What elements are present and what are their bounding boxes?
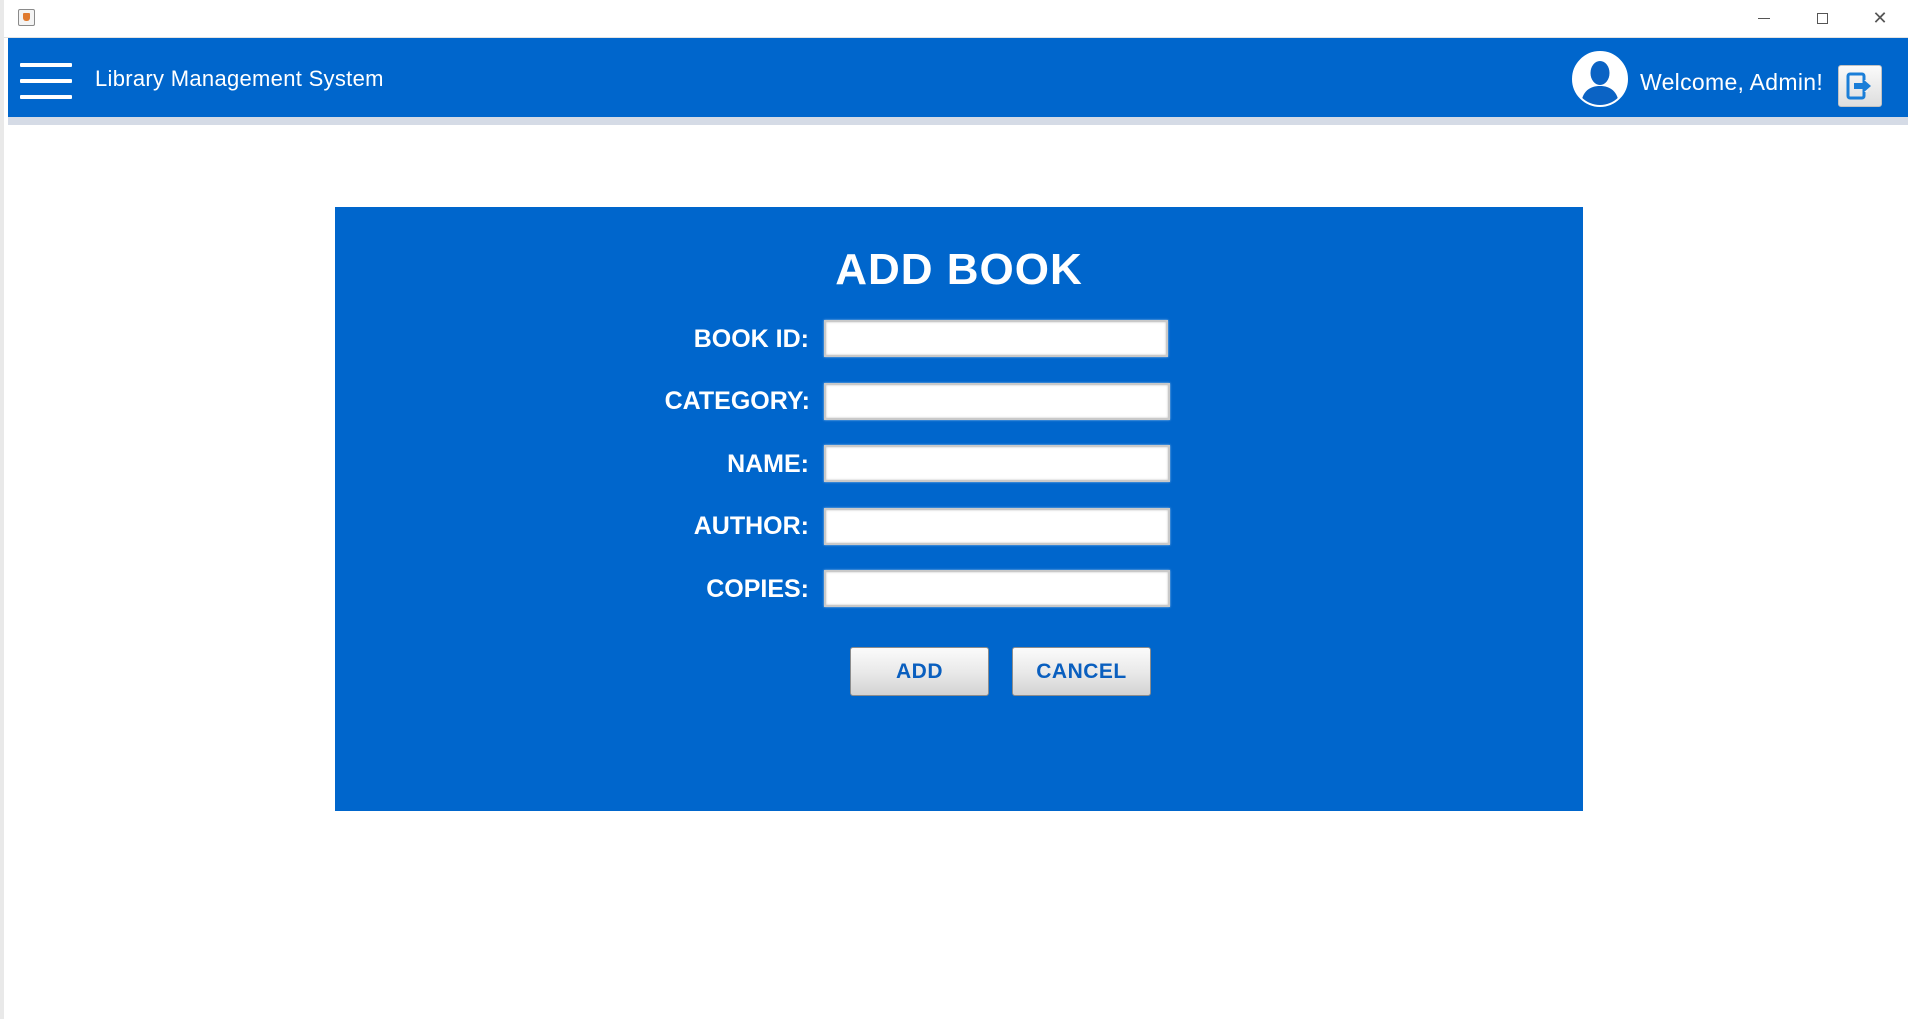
form-title: ADD BOOK <box>835 245 1083 294</box>
app-title: Library Management System <box>95 66 384 91</box>
user-avatar-icon <box>1572 51 1628 107</box>
minimize-button[interactable] <box>1735 0 1793 37</box>
copies-label: COPIES: <box>706 575 809 603</box>
maximize-button[interactable] <box>1793 0 1851 37</box>
category-input[interactable] <box>824 383 1170 420</box>
cancel-button[interactable]: CANCEL <box>1012 647 1151 696</box>
name-input[interactable] <box>824 445 1170 482</box>
window-titlebar: ✕ <box>4 0 1908 38</box>
book-id-label: BOOK ID: <box>693 325 809 353</box>
welcome-text: Welcome, Admin! <box>1640 69 1824 95</box>
logout-button[interactable] <box>1838 65 1882 107</box>
name-label: NAME: <box>727 450 809 478</box>
java-app-icon <box>18 9 35 26</box>
close-icon: ✕ <box>1872 7 1888 29</box>
maximize-icon <box>1816 13 1828 24</box>
minimize-icon <box>1758 18 1770 19</box>
add-book-panel: ADD BOOK BOOK ID: CATEGORY: NAME: AUTHOR… <box>335 207 1583 811</box>
close-window-button[interactable]: ✕ <box>1851 0 1908 37</box>
logout-icon <box>1846 72 1871 100</box>
add-button[interactable]: ADD <box>850 647 989 696</box>
header-divider <box>8 117 1908 125</box>
author-label: AUTHOR: <box>693 512 809 540</box>
app-header: Library Management System Welcome, Admin… <box>8 38 1908 117</box>
book-id-input[interactable] <box>824 320 1168 357</box>
app-window: ✕ Library Management System Welcome, Adm… <box>0 0 1908 1019</box>
category-label: CATEGORY: <box>664 387 810 415</box>
author-input[interactable] <box>824 508 1170 545</box>
copies-input[interactable] <box>824 570 1170 607</box>
hamburger-menu-icon[interactable] <box>20 63 72 99</box>
